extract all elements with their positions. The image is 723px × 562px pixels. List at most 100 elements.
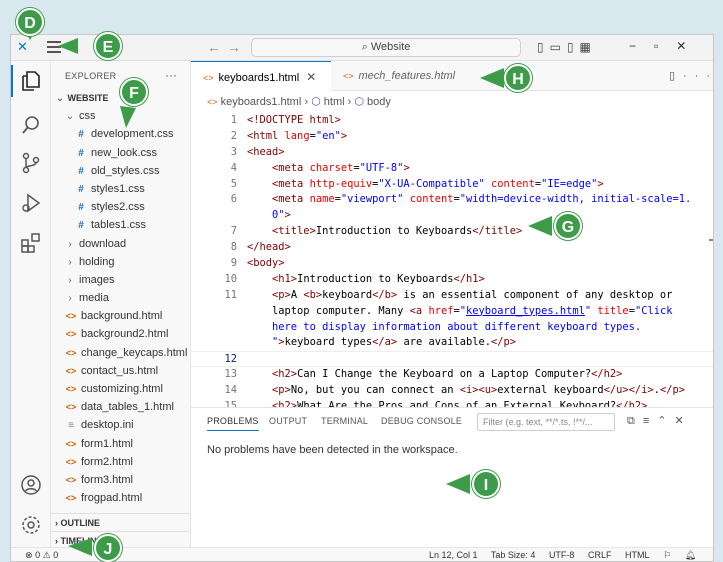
code-text: ">keyboard types</a> are available.</p> [272, 336, 517, 349]
html-file-icon: <> [65, 438, 77, 449]
tab-terminal[interactable]: TERMINAL [321, 416, 368, 426]
layout-toggle-icons[interactable]: ▯▭▯▦ [537, 40, 597, 54]
tree-item[interactable]: <> customizing.html [51, 380, 191, 398]
tree-item[interactable]: <> background2.html [51, 325, 191, 343]
tree-item[interactable]: # styles2.css [51, 198, 191, 216]
html-file-icon: <> [65, 474, 77, 485]
search-icon[interactable] [19, 113, 43, 137]
code-line[interactable]: 11 <p>A <b>keyboard</b> is an essential … [191, 288, 713, 304]
cursor-position[interactable]: Ln 12, Col 1 [429, 550, 478, 560]
tree-item[interactable]: <> data_tables_1.html [51, 398, 191, 416]
outline-section[interactable]: › OUTLINE [51, 513, 191, 531]
tab-keyboards1[interactable]: <> keyboards1.html ✕ [191, 61, 331, 91]
breadcrumb-html[interactable]: html [324, 96, 345, 108]
code-line[interactable]: 8 </head> [191, 240, 713, 256]
code-line[interactable]: 7 <title>Introduction to Keyboards</titl… [191, 224, 713, 240]
tab-output[interactable]: OUTPUT [269, 416, 307, 426]
language-mode[interactable]: HTML [625, 550, 650, 560]
tab-problems[interactable]: PROBLEMS [207, 416, 259, 431]
code-line[interactable]: 6 <meta name="viewport" content="width=d… [191, 192, 713, 208]
tab-mech-features[interactable]: <> mech_features.html [331, 61, 479, 91]
hamburger-menu-icon[interactable] [47, 41, 61, 53]
tree-item[interactable]: # development.css [51, 125, 191, 143]
code-line[interactable]: 0"> [191, 208, 713, 224]
code-text: <html lang="en"> [247, 129, 348, 142]
chevron-right-icon: › [68, 256, 72, 268]
code-text: <!DOCTYPE html> [247, 114, 341, 126]
code-line[interactable]: 3 <head> [191, 145, 713, 161]
code-line[interactable]: 5 <meta http-equiv="X-UA-Compatible" con… [191, 177, 713, 193]
breadcrumb-file[interactable]: keyboards1.html [221, 96, 302, 108]
tree-item[interactable]: <> form2.html [51, 453, 191, 471]
code-line[interactable]: 14 <p>No, but you can connect an <i><u>e… [191, 383, 713, 399]
css-file-icon: # [78, 220, 84, 232]
code-line[interactable]: laptop computer. Many <a href="keyboard_… [191, 304, 713, 320]
tree-item[interactable]: <> change_keycaps.html [51, 344, 191, 362]
notifications-icon[interactable]: 🔔︎ [685, 550, 696, 560]
code-text: 0"> [272, 209, 291, 222]
source-control-icon[interactable] [19, 151, 43, 175]
tree-item[interactable]: <> frogpad.html [51, 489, 191, 507]
tree-item-label: holding [79, 255, 115, 268]
tree-item[interactable]: # tables1.css [51, 216, 191, 234]
code-text: <meta http-equiv="X-UA-Compatible" conte… [272, 177, 604, 190]
callout-d: D [16, 8, 44, 36]
line-ending[interactable]: CRLF [588, 550, 612, 560]
html-file-icon: <> [343, 71, 354, 81]
tree-item[interactable]: <> form3.html [51, 471, 191, 489]
code-line[interactable]: ">keyboard types</a> are available.</p> [191, 335, 713, 351]
code-text: <p>A <b>keyboard</b> is an essential com… [272, 288, 673, 301]
tree-item[interactable]: ⌄ css [51, 107, 191, 125]
line-number: 1 [230, 114, 237, 126]
code-line[interactable]: here to display information about differ… [191, 320, 713, 336]
settings-gear-icon[interactable] [19, 513, 43, 537]
tree-item-label: development.css [91, 128, 174, 141]
close-icon[interactable]: ✕ [306, 70, 316, 84]
tab-debug-console[interactable]: DEBUG CONSOLE [381, 416, 462, 426]
tree-item[interactable]: ≡ desktop.ini [51, 416, 191, 434]
code-line[interactable]: 9 <body> [191, 256, 713, 272]
code-line[interactable]: 4 <meta charset="UTF-8"> [191, 161, 713, 177]
chevron-right-icon: › [55, 518, 58, 528]
problems-status[interactable]: ⊗ 0 ⚠ 0 [25, 548, 58, 561]
encoding[interactable]: UTF-8 [549, 550, 575, 560]
code-line[interactable]: 10 <h1>Introduction to Keyboards</h1> [191, 272, 713, 288]
tree-item-label: data_tables_1.html [81, 401, 174, 414]
search-icon: ⌕ [361, 41, 371, 53]
extensions-icon[interactable] [19, 231, 43, 255]
tree-item-label: form1.html [81, 437, 133, 450]
code-editor[interactable]: 1 <!DOCTYPE html> 2 <html lang="en"> 3 <head>… [191, 113, 713, 415]
chevron-right-icon: › [55, 536, 58, 546]
tree-item[interactable]: # styles1.css [51, 180, 191, 198]
tree-item[interactable]: › media [51, 289, 191, 307]
tree-item[interactable]: <> background.html [51, 307, 191, 325]
tree-item[interactable]: <> form1.html [51, 435, 191, 453]
code-line[interactable]: 2 <html lang="en"> [191, 129, 713, 145]
window-controls[interactable]: −▫✕ [629, 39, 704, 53]
tree-item[interactable]: › holding [51, 253, 191, 271]
feedback-icon[interactable]: ⚐ [663, 550, 671, 560]
explorer-icon[interactable] [11, 65, 43, 97]
problems-filter-input[interactable]: Filter (e.g. text, **/*.ts, !**/... [477, 413, 615, 431]
line-number: 13 [224, 368, 237, 381]
tab-size[interactable]: Tab Size: 4 [491, 550, 536, 560]
code-text: <head> [247, 145, 285, 158]
code-line[interactable]: 12 [191, 351, 713, 368]
code-line[interactable]: 13 <h2>Can I Change the Keyboard on a La… [191, 367, 713, 383]
editor-actions[interactable]: ▯··· [669, 69, 713, 82]
tree-item-label: desktop.ini [81, 419, 134, 432]
more-actions-icon[interactable]: ··· [165, 68, 177, 82]
tree-item[interactable]: › download [51, 235, 191, 253]
tree-item[interactable]: › images [51, 271, 191, 289]
command-center-search[interactable]: ⌕ Website [251, 38, 521, 57]
account-icon[interactable] [19, 473, 43, 497]
nav-arrows[interactable]: ←→ [207, 39, 247, 55]
panel-actions[interactable]: ⧉≡⌃✕ [627, 414, 692, 428]
breadcrumb-body[interactable]: body [367, 96, 391, 108]
code-line[interactable]: 1 <!DOCTYPE html> [191, 113, 713, 129]
chevron-right-icon: › [68, 274, 72, 286]
run-debug-icon[interactable] [19, 191, 43, 215]
tree-item[interactable]: # old_styles.css [51, 162, 191, 180]
tree-item[interactable]: <> contact_us.html [51, 362, 191, 380]
tree-item[interactable]: # new_look.css [51, 144, 191, 162]
